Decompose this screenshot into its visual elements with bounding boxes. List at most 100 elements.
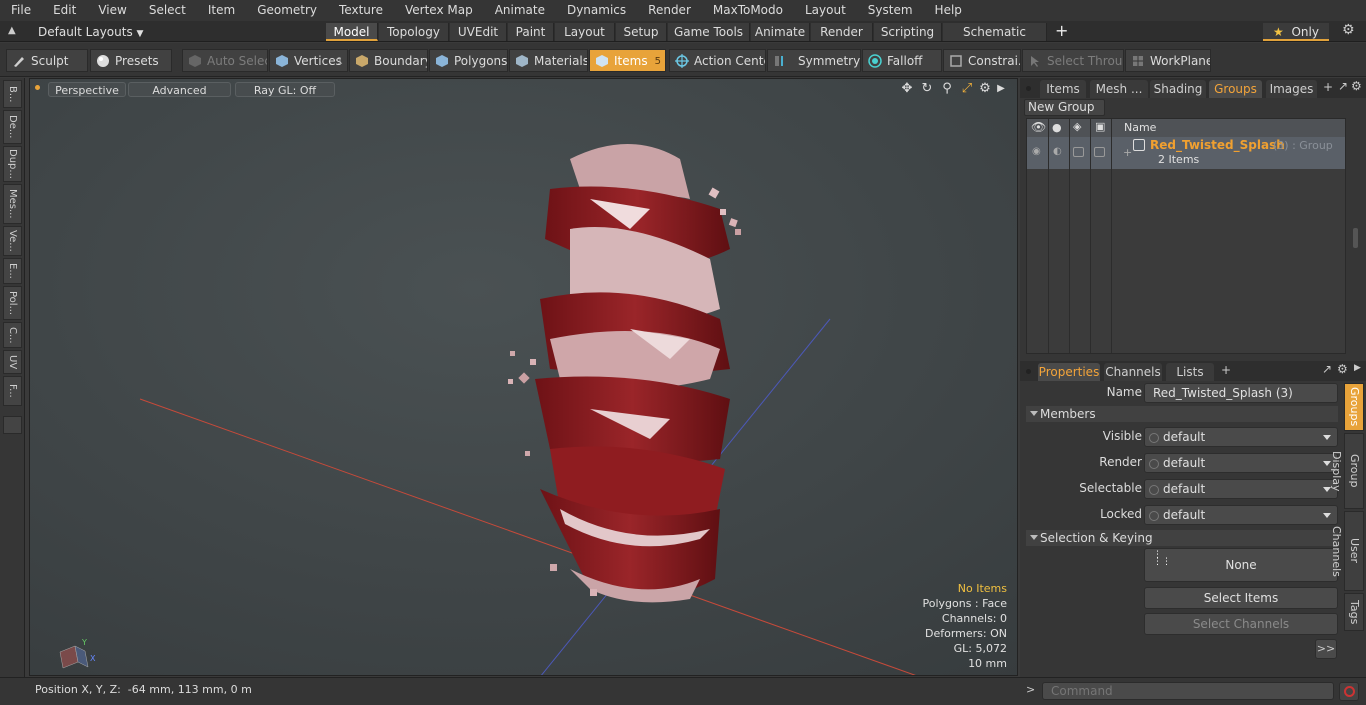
select-lock-icon[interactable]: ◈ [1073, 120, 1081, 133]
items-button[interactable]: Items 5 [589, 49, 666, 72]
fit-icon[interactable]: ⤢ [960, 82, 974, 96]
left-tab-deform[interactable]: De... [3, 110, 22, 144]
perspective-dropdown[interactable]: Perspective [48, 82, 126, 97]
raygl-dropdown[interactable]: Ray GL: Off [235, 82, 335, 97]
vertices-button[interactable]: Vertices 1 [269, 49, 348, 72]
visible-dropdown[interactable]: default [1144, 427, 1338, 447]
none-button[interactable]: ⋮ ⋮⋮ None [1144, 548, 1338, 582]
collapse-arrow-icon[interactable]: ▲ [8, 24, 22, 38]
boundary-button[interactable]: Boundary [349, 49, 428, 72]
side-tab-group-display[interactable]: Group Display [1330, 433, 1364, 509]
panel-menu-dot[interactable] [1026, 86, 1031, 91]
tab-render[interactable]: Render [811, 23, 873, 41]
presets-button[interactable]: Presets [90, 49, 172, 72]
group-row[interactable]: ◉ ◐ + Red_Twisted_Splash (3) : Group 2 I… [1027, 137, 1345, 169]
only-toggle[interactable]: ★ Only [1263, 23, 1329, 41]
auto-select-button[interactable]: Auto Select [182, 49, 268, 72]
tab-game-tools[interactable]: Game Tools [668, 23, 750, 41]
left-tab-uv[interactable]: UV [3, 350, 22, 374]
play-arrow-icon[interactable]: ▶ [994, 82, 1008, 96]
menu-view[interactable]: View [87, 0, 137, 21]
constraints-button[interactable]: Constrai... [943, 49, 1021, 72]
menu-layout[interactable]: Layout [794, 0, 857, 21]
tab-images[interactable]: Images [1266, 80, 1317, 98]
locked-dropdown[interactable]: default [1144, 505, 1338, 525]
menu-item[interactable]: Item [197, 0, 246, 21]
tab-schematic-fusion[interactable]: Schematic Fusion [943, 23, 1047, 57]
side-tab-tags[interactable]: Tags [1344, 593, 1364, 631]
viewport-menu-dot[interactable] [35, 85, 40, 90]
tab-model[interactable]: Model [326, 23, 378, 41]
tab-layout[interactable]: Layout [555, 23, 615, 41]
tab-channels[interactable]: Channels [1104, 363, 1162, 381]
props-gear-icon[interactable]: ⚙ [1337, 362, 1348, 376]
menu-render[interactable]: Render [637, 0, 702, 21]
tab-uvedit[interactable]: UVEdit [450, 23, 507, 41]
gear-icon[interactable]: ⚙ [1342, 22, 1355, 38]
menu-dynamics[interactable]: Dynamics [556, 0, 637, 21]
rotate-icon[interactable]: ↻ [920, 82, 934, 96]
add-tab-button[interactable]: + [1055, 22, 1068, 40]
menu-texture[interactable]: Texture [328, 0, 394, 21]
row-render-icon[interactable]: ◐ [1053, 146, 1062, 157]
selectable-dropdown[interactable]: default [1144, 479, 1338, 499]
name-field[interactable]: Red_Twisted_Splash (3) [1144, 383, 1338, 403]
left-tab-curve[interactable]: C... [3, 322, 22, 348]
3d-viewport[interactable]: Y X Perspective Advanced Ray GL: Off ✥ ↻… [29, 78, 1018, 676]
name-column-header[interactable]: Name [1124, 121, 1156, 134]
left-tab-basic[interactable]: B... [3, 80, 22, 108]
record-icon[interactable] [1339, 682, 1359, 701]
props-expand-icon[interactable]: ↗ [1322, 362, 1332, 376]
menu-animate[interactable]: Animate [484, 0, 556, 21]
eye-icon[interactable]: 👁 [1031, 120, 1046, 134]
render-dropdown[interactable]: default [1144, 453, 1338, 473]
add-panel-tab-icon[interactable]: + [1323, 80, 1333, 94]
more-button[interactable]: >> [1315, 639, 1337, 659]
row-select-box[interactable] [1073, 147, 1084, 157]
advanced-dropdown[interactable]: Advanced [128, 82, 231, 97]
side-tab-groups[interactable]: Groups [1344, 383, 1364, 431]
tab-topology[interactable]: Topology [379, 23, 449, 41]
expand-plus-icon[interactable]: + [1123, 146, 1132, 159]
left-tab-extra[interactable] [3, 416, 22, 434]
left-tab-vertex[interactable]: Ve... [3, 226, 22, 256]
group-name[interactable]: Red_Twisted_Splash [1150, 138, 1285, 152]
falloff-button[interactable]: Falloff [862, 49, 942, 72]
props-arrow-icon[interactable]: ▶ [1354, 363, 1361, 373]
menu-system[interactable]: System [857, 0, 924, 21]
left-tab-duplicate[interactable]: Dup... [3, 146, 22, 182]
left-tab-polygon[interactable]: Pol... [3, 286, 22, 320]
row-eye-icon[interactable]: ◉ [1032, 146, 1041, 157]
tab-mesh[interactable]: Mesh ... [1090, 80, 1148, 98]
menu-maxtomodo[interactable]: MaxToModo [702, 0, 794, 21]
layout-selector[interactable]: Default Layouts ▼ [38, 23, 143, 41]
scrollbar-thumb[interactable] [1353, 228, 1358, 248]
tab-groups[interactable]: Groups [1209, 80, 1262, 98]
tab-animate[interactable]: Animate [751, 23, 810, 41]
new-group-button[interactable]: New Group [1024, 99, 1105, 116]
tab-items[interactable]: Items [1040, 80, 1086, 98]
tab-lists[interactable]: Lists [1166, 363, 1214, 381]
left-tab-fusion[interactable]: F... [3, 376, 22, 406]
workplane-button[interactable]: WorkPlane [1125, 49, 1211, 72]
menu-file[interactable]: File [0, 0, 42, 21]
menu-geometry[interactable]: Geometry [246, 0, 328, 21]
command-input[interactable] [1042, 682, 1334, 700]
lock-icon[interactable]: ▣ [1095, 120, 1105, 133]
render-icon[interactable]: ● [1052, 121, 1062, 134]
members-section-header[interactable]: Members [1026, 406, 1338, 422]
select-channels-button[interactable]: Select Channels [1144, 613, 1338, 635]
panel-gear-icon[interactable]: ⚙ [1351, 79, 1362, 93]
tab-setup[interactable]: Setup [616, 23, 667, 41]
side-tab-user-channels[interactable]: User Channels [1330, 511, 1364, 591]
expand-icon[interactable]: ↗ [1338, 79, 1348, 93]
tab-paint[interactable]: Paint [508, 23, 554, 41]
polygons-button[interactable]: Polygons [429, 49, 508, 72]
menu-help[interactable]: Help [924, 0, 973, 21]
action-center-button[interactable]: Action Center [669, 49, 766, 72]
selection-keying-header[interactable]: Selection & Keying [1026, 530, 1338, 546]
props-menu-dot[interactable] [1026, 369, 1031, 374]
select-items-button[interactable]: Select Items [1144, 587, 1338, 609]
viewport-gear-icon[interactable]: ⚙ [978, 82, 992, 96]
tab-shading[interactable]: Shading [1150, 80, 1206, 98]
